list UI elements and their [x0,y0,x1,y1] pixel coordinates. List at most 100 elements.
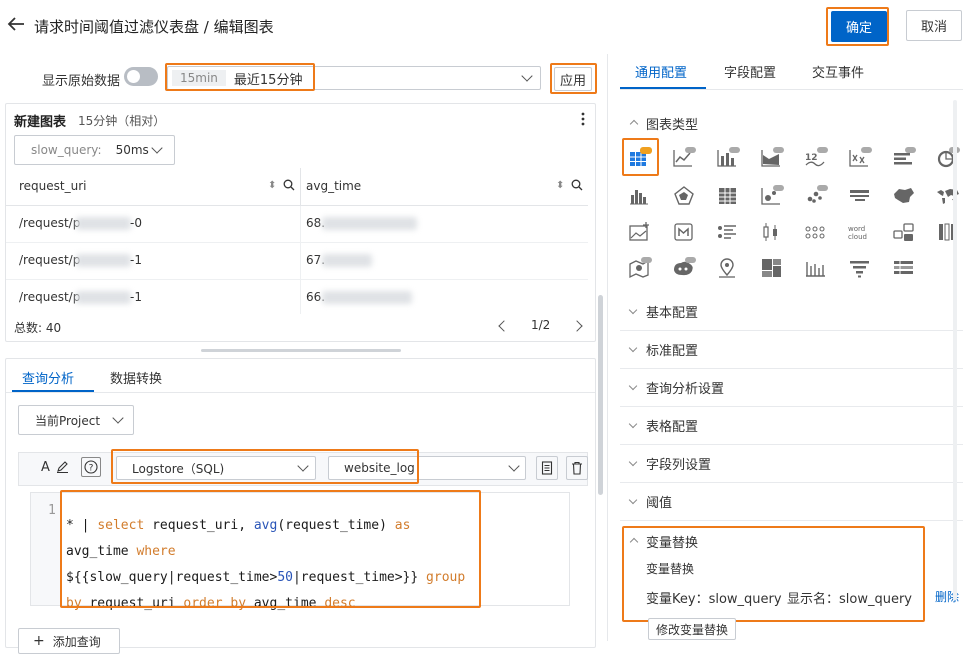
radar-chart-icon[interactable] [671,184,697,208]
table-row: /request/p -1 66. [6,280,588,314]
world-map-icon[interactable] [935,184,961,208]
cross-table-icon[interactable] [891,256,917,280]
amap-icon[interactable] [671,256,697,280]
more-options-icon[interactable] [580,112,586,126]
page-title: 请求时间阈值过滤仪表盘 / 编辑图表 [34,18,274,36]
chart-title: 新建图表 [14,115,67,130]
tab-data-transform[interactable]: 数据转换 [110,368,162,387]
svg-text:?: ? [89,464,94,474]
bar-chart-icon[interactable] [715,146,741,170]
variable-value: 50ms [115,143,149,157]
left-panel-divider [607,54,608,641]
topology-icon[interactable] [803,220,829,244]
resize-handle[interactable] [201,349,401,352]
project-select[interactable]: 当前Project [18,405,134,435]
confirm-highlight [826,7,889,46]
table-header: request_uri ⬍ avg_time ⬍ [6,168,588,206]
add-query-button[interactable]: + 添加查询 [18,628,120,654]
horizontal-bar-icon[interactable] [891,146,917,170]
help-icon[interactable]: ? [81,457,101,477]
section-table-config[interactable]: 表格配置 [620,407,963,445]
chevron-down-icon [628,457,638,467]
flow-chart-icon[interactable] [715,220,741,244]
variable-highlight [622,526,925,622]
search-icon[interactable] [571,179,583,195]
edit-pen-icon[interactable] [56,460,69,477]
china-map-icon[interactable] [891,184,917,208]
svg-text:12: 12 [805,153,818,163]
chevron-down-icon [628,343,638,353]
code-highlight [60,490,481,608]
delete-icon[interactable] [566,456,588,480]
section-field-columns[interactable]: 字段列设置 [620,445,963,483]
line-chart-icon[interactable] [671,146,697,170]
page-indicator: 1/2 [531,318,551,332]
section-basic-config[interactable]: 基本配置 [620,293,963,331]
chevron-down-icon [628,419,638,429]
histogram-icon[interactable] [627,184,653,208]
section-query-settings[interactable]: 查询分析设置 [620,369,963,407]
section-threshold[interactable]: 阈值 [620,483,963,521]
modify-variable-button[interactable]: 修改变量替换 [648,618,736,640]
cancel-button[interactable]: 取消 [906,10,962,41]
area-chart-icon[interactable] [759,146,785,170]
column-header-request-uri: request_uri [19,179,87,193]
show-raw-toggle[interactable] [124,67,158,86]
dot-chart-icon[interactable] [803,184,829,208]
image-chart-icon[interactable] [627,220,653,244]
single-value-chart-icon[interactable]: 12 [803,146,829,170]
svg-text:word: word [848,225,865,233]
back-arrow-icon[interactable] [7,16,25,32]
logstore-highlight [111,449,419,484]
markdown-icon[interactable] [671,220,697,244]
sankey-icon[interactable] [891,220,917,244]
word-cloud-icon[interactable]: word cloud [847,220,873,244]
chevron-down-icon [508,460,520,472]
plus-icon: + [33,633,45,649]
chevron-down-icon [628,381,638,391]
tab-general-config[interactable]: 通用配置 [635,62,687,81]
province-map-icon[interactable] [627,256,653,280]
tab-query-analysis[interactable]: 查询分析 [22,368,74,387]
scatter-chart-icon[interactable] [847,146,873,170]
sort-icon[interactable]: ⬍ [556,180,564,191]
scrollbar[interactable] [598,295,603,495]
search-icon[interactable] [283,179,295,195]
table-chart-highlight [622,138,659,176]
location-pin-icon[interactable] [715,256,741,280]
document-icon[interactable] [536,456,558,480]
tab-field-config[interactable]: 字段配置 [724,62,776,81]
line-number: 1 [48,503,56,518]
chevron-down-icon [628,495,638,505]
section-standard-config[interactable]: 标准配置 [620,331,963,369]
show-raw-label: 显示原始数据 [42,74,121,89]
variable-name: slow_query: [31,143,102,157]
chevron-down-icon [521,70,533,82]
grid-table-icon[interactable] [715,184,741,208]
column-header-avg-time: avg_time [306,179,362,193]
sort-icon[interactable]: ⬍ [268,180,276,191]
line-gutter [31,493,61,605]
font-size-icon[interactable]: A [41,460,50,475]
svg-text:cloud: cloud [848,233,867,241]
chevron-down-icon [112,412,124,424]
candlestick-icon[interactable] [759,220,785,244]
chart-subtitle: 15分钟（相对） [78,114,166,128]
pie-chart-icon[interactable] [935,146,961,170]
total-count: 总数: 40 [14,321,62,335]
list-chart-icon[interactable] [847,184,873,208]
time-range-highlight [165,63,315,91]
chart-type-label: 图表类型 [646,118,699,133]
bubble-chart-icon[interactable] [759,184,785,208]
funnel-icon[interactable] [847,256,873,280]
tab-interaction[interactable]: 交互事件 [812,62,864,81]
chart-type-grid: 12 word cloud [620,138,963,288]
chevron-down-icon [151,142,163,154]
scrollbar[interactable] [953,100,957,600]
chevron-down-icon [628,305,638,315]
treemap-icon[interactable] [759,256,785,280]
column-compare-icon[interactable] [935,220,961,244]
variable-select[interactable]: slow_query: 50ms [14,135,175,165]
timeline-icon[interactable] [803,256,829,280]
chevron-up-icon[interactable] [629,119,639,129]
